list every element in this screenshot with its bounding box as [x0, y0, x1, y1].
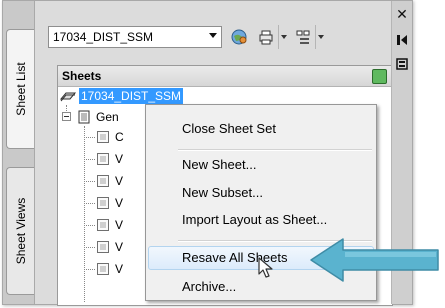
tree-sheet-label: V — [115, 196, 124, 210]
sheet-icon — [97, 241, 109, 253]
subset-icon — [78, 110, 90, 124]
tab-sheet-list-label: Sheet List — [13, 62, 28, 116]
collapse-icon — [62, 112, 71, 121]
refresh-icon[interactable] — [372, 69, 387, 84]
tree-line — [84, 159, 95, 160]
tab-sheet-views-label: Sheet Views — [13, 197, 28, 265]
menu-item-archive[interactable]: Archive... — [182, 279, 236, 294]
tree-sheet-label: V — [115, 218, 124, 232]
tree-line — [84, 225, 95, 226]
printer-icon — [259, 30, 273, 45]
chevron-down-icon — [317, 35, 324, 39]
menu-item-new-sheet[interactable]: New Sheet... — [182, 157, 256, 172]
sheet-icon — [97, 263, 109, 275]
vertical-tab-strip: Sheet List Sheet Views — [3, 1, 35, 304]
view-options-button[interactable] — [292, 25, 314, 49]
tab-sheet-views[interactable]: Sheet Views — [6, 167, 34, 295]
tree-line — [84, 137, 95, 138]
mouse-cursor-icon — [258, 257, 273, 278]
sheet-icon — [97, 153, 109, 165]
tree-header-title: Sheets — [62, 69, 102, 83]
tree-subset-label: Gen — [96, 110, 119, 124]
tree-line — [84, 203, 95, 204]
tree-sheet-label: V — [115, 174, 124, 188]
callout-arrow-icon — [310, 238, 439, 282]
tree-line — [84, 247, 95, 248]
tree-sheet-row[interactable]: C — [84, 128, 147, 146]
tree-sheet-row[interactable]: V — [84, 260, 147, 278]
properties-icon[interactable] — [395, 57, 409, 71]
view-options-dropdown[interactable] — [315, 25, 325, 49]
tree-sheet-row[interactable]: V — [84, 194, 147, 212]
tree-sheet-row[interactable]: V — [84, 216, 147, 234]
list-view-icon — [296, 30, 310, 44]
sheet-set-combo-value: 17034_DIST_SSM — [53, 30, 154, 44]
tree-sheet-row[interactable]: V — [84, 238, 147, 256]
tree-line — [84, 269, 95, 270]
publish-button[interactable] — [255, 25, 277, 49]
globe-icon — [231, 29, 247, 45]
menu-separator — [178, 149, 372, 151]
sheet-set-icon — [60, 92, 76, 102]
tree-root-label: 17034_DIST_SSM — [79, 88, 184, 104]
tree-sheet-label: C — [115, 130, 124, 144]
tree-sheet-row[interactable]: V — [84, 150, 147, 168]
resource-button[interactable] — [228, 25, 250, 49]
tree-sheet-label: V — [115, 262, 124, 276]
tree-sheet-label: V — [115, 152, 124, 166]
chevron-down-icon — [209, 33, 217, 38]
sheet-icon — [97, 219, 109, 231]
tree-line — [84, 181, 95, 182]
tree-sheet-row[interactable]: V — [84, 172, 147, 190]
chevron-down-icon — [280, 35, 287, 39]
menu-item-new-subset[interactable]: New Subset... — [182, 185, 263, 200]
tree-header: Sheets — [58, 66, 392, 87]
close-icon[interactable]: ✕ — [395, 6, 409, 22]
toolbar: 17034_DIST_SSM — [36, 1, 391, 65]
tree-sheet-label: V — [115, 240, 124, 254]
tree-subset-row[interactable]: Gen — [62, 108, 146, 126]
publish-dropdown[interactable] — [278, 25, 288, 49]
auto-hide-icon[interactable] — [395, 33, 409, 47]
sheet-set-combo[interactable]: 17034_DIST_SSM — [48, 26, 222, 48]
sheet-icon — [97, 175, 109, 187]
sheet-icon — [97, 197, 109, 209]
sheet-icon — [97, 131, 109, 143]
tab-sheet-list[interactable]: Sheet List — [6, 29, 34, 149]
menu-item-import-layout[interactable]: Import Layout as Sheet... — [182, 212, 327, 227]
menu-item-close-sheet-set[interactable]: Close Sheet Set — [182, 121, 276, 136]
